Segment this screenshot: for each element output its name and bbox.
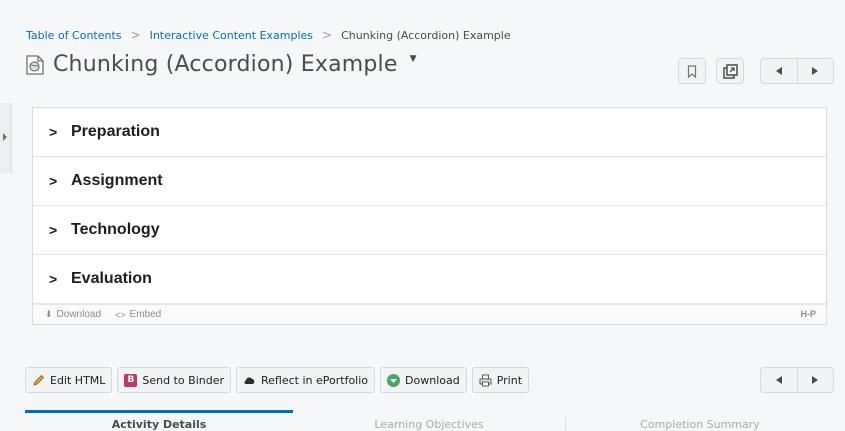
printer-icon — [479, 374, 492, 387]
chevron-right-icon: > — [49, 124, 58, 140]
tab-completion-summary[interactable]: Completion Summary — [566, 410, 834, 431]
topic-tabs: Activity Details Learning Objectives Com… — [25, 410, 845, 431]
tab-learning-objectives[interactable]: Learning Objectives — [293, 410, 565, 431]
expand-icon — [3, 133, 7, 141]
chevron-right-icon: > — [49, 222, 58, 238]
next-topic-button[interactable] — [797, 368, 833, 392]
h5p-embed-link[interactable]: <> Embed — [115, 309, 161, 320]
download-icon: ⬇ — [45, 309, 53, 319]
bottom-topic-nav-buttons — [760, 367, 834, 393]
accordion-item-assignment[interactable]: > Assignment — [33, 157, 826, 206]
reflect-eportfolio-button[interactable]: Reflect in ePortfolio — [236, 367, 376, 393]
side-panel-toggle[interactable] — [0, 103, 12, 173]
breadcrumb-link-toc[interactable]: Table of Contents — [26, 29, 122, 42]
h5p-download-link[interactable]: ⬇ Download — [45, 309, 101, 320]
download-button[interactable]: Download — [380, 367, 467, 393]
breadcrumb: Table of Contents > Interactive Content … — [26, 28, 511, 42]
pencil-icon — [32, 374, 45, 387]
topic-nav-buttons — [760, 58, 834, 84]
chevron-right-icon: > — [49, 271, 58, 287]
next-topic-button[interactable] — [797, 59, 833, 83]
h5p-accordion-content: > Preparation > Assignment > Technology … — [32, 107, 827, 325]
new-window-icon — [722, 63, 738, 79]
chevron-left-icon — [775, 67, 782, 75]
embed-code-icon: <> — [115, 309, 126, 320]
bookmark-icon — [687, 64, 697, 78]
accordion-item-label: Evaluation — [71, 270, 152, 287]
title-menu-chevron-down-icon[interactable]: ▼ — [410, 54, 417, 64]
accordion-item-technology[interactable]: > Technology — [33, 206, 826, 255]
accordion-item-label: Preparation — [71, 123, 160, 140]
accordion-item-label: Technology — [71, 221, 160, 238]
print-button[interactable]: Print — [471, 367, 530, 393]
h5p-logo: H-P — [800, 309, 817, 319]
chevron-right-icon — [812, 67, 819, 75]
h5p-footer: ⬇ Download <> Embed H-P — [33, 304, 826, 324]
accordion-item-preparation[interactable]: > Preparation — [33, 108, 826, 157]
send-to-binder-button[interactable]: B Send to Binder — [117, 367, 232, 393]
eportfolio-icon — [243, 374, 256, 387]
tab-activity-details[interactable]: Activity Details — [25, 410, 293, 431]
breadcrumb-separator-icon: > — [130, 28, 141, 42]
bookmark-button[interactable] — [678, 58, 706, 84]
breadcrumb-separator-icon: > — [322, 28, 333, 42]
accordion-item-label: Assignment — [71, 172, 163, 189]
chevron-left-icon — [775, 376, 782, 384]
breadcrumb-link-module[interactable]: Interactive Content Examples — [150, 29, 313, 42]
edit-html-button[interactable]: Edit HTML — [25, 367, 113, 393]
download-icon — [387, 373, 401, 387]
chevron-right-icon: > — [49, 173, 58, 189]
breadcrumb-current: Chunking (Accordion) Example — [341, 28, 511, 42]
open-new-window-button[interactable] — [716, 58, 744, 84]
chevron-right-icon — [812, 376, 819, 384]
page-title: Chunking (Accordion) Example — [53, 52, 398, 77]
page-title-row: Chunking (Accordion) Example ▼ — [26, 52, 417, 77]
web-page-icon — [26, 54, 44, 75]
topic-action-bar: Edit HTML B Send to Binder Reflect in eP… — [25, 367, 530, 393]
previous-topic-button[interactable] — [761, 368, 797, 392]
previous-topic-button[interactable] — [761, 59, 797, 83]
accordion-item-evaluation[interactable]: > Evaluation — [33, 255, 826, 304]
binder-icon: B — [124, 373, 138, 387]
